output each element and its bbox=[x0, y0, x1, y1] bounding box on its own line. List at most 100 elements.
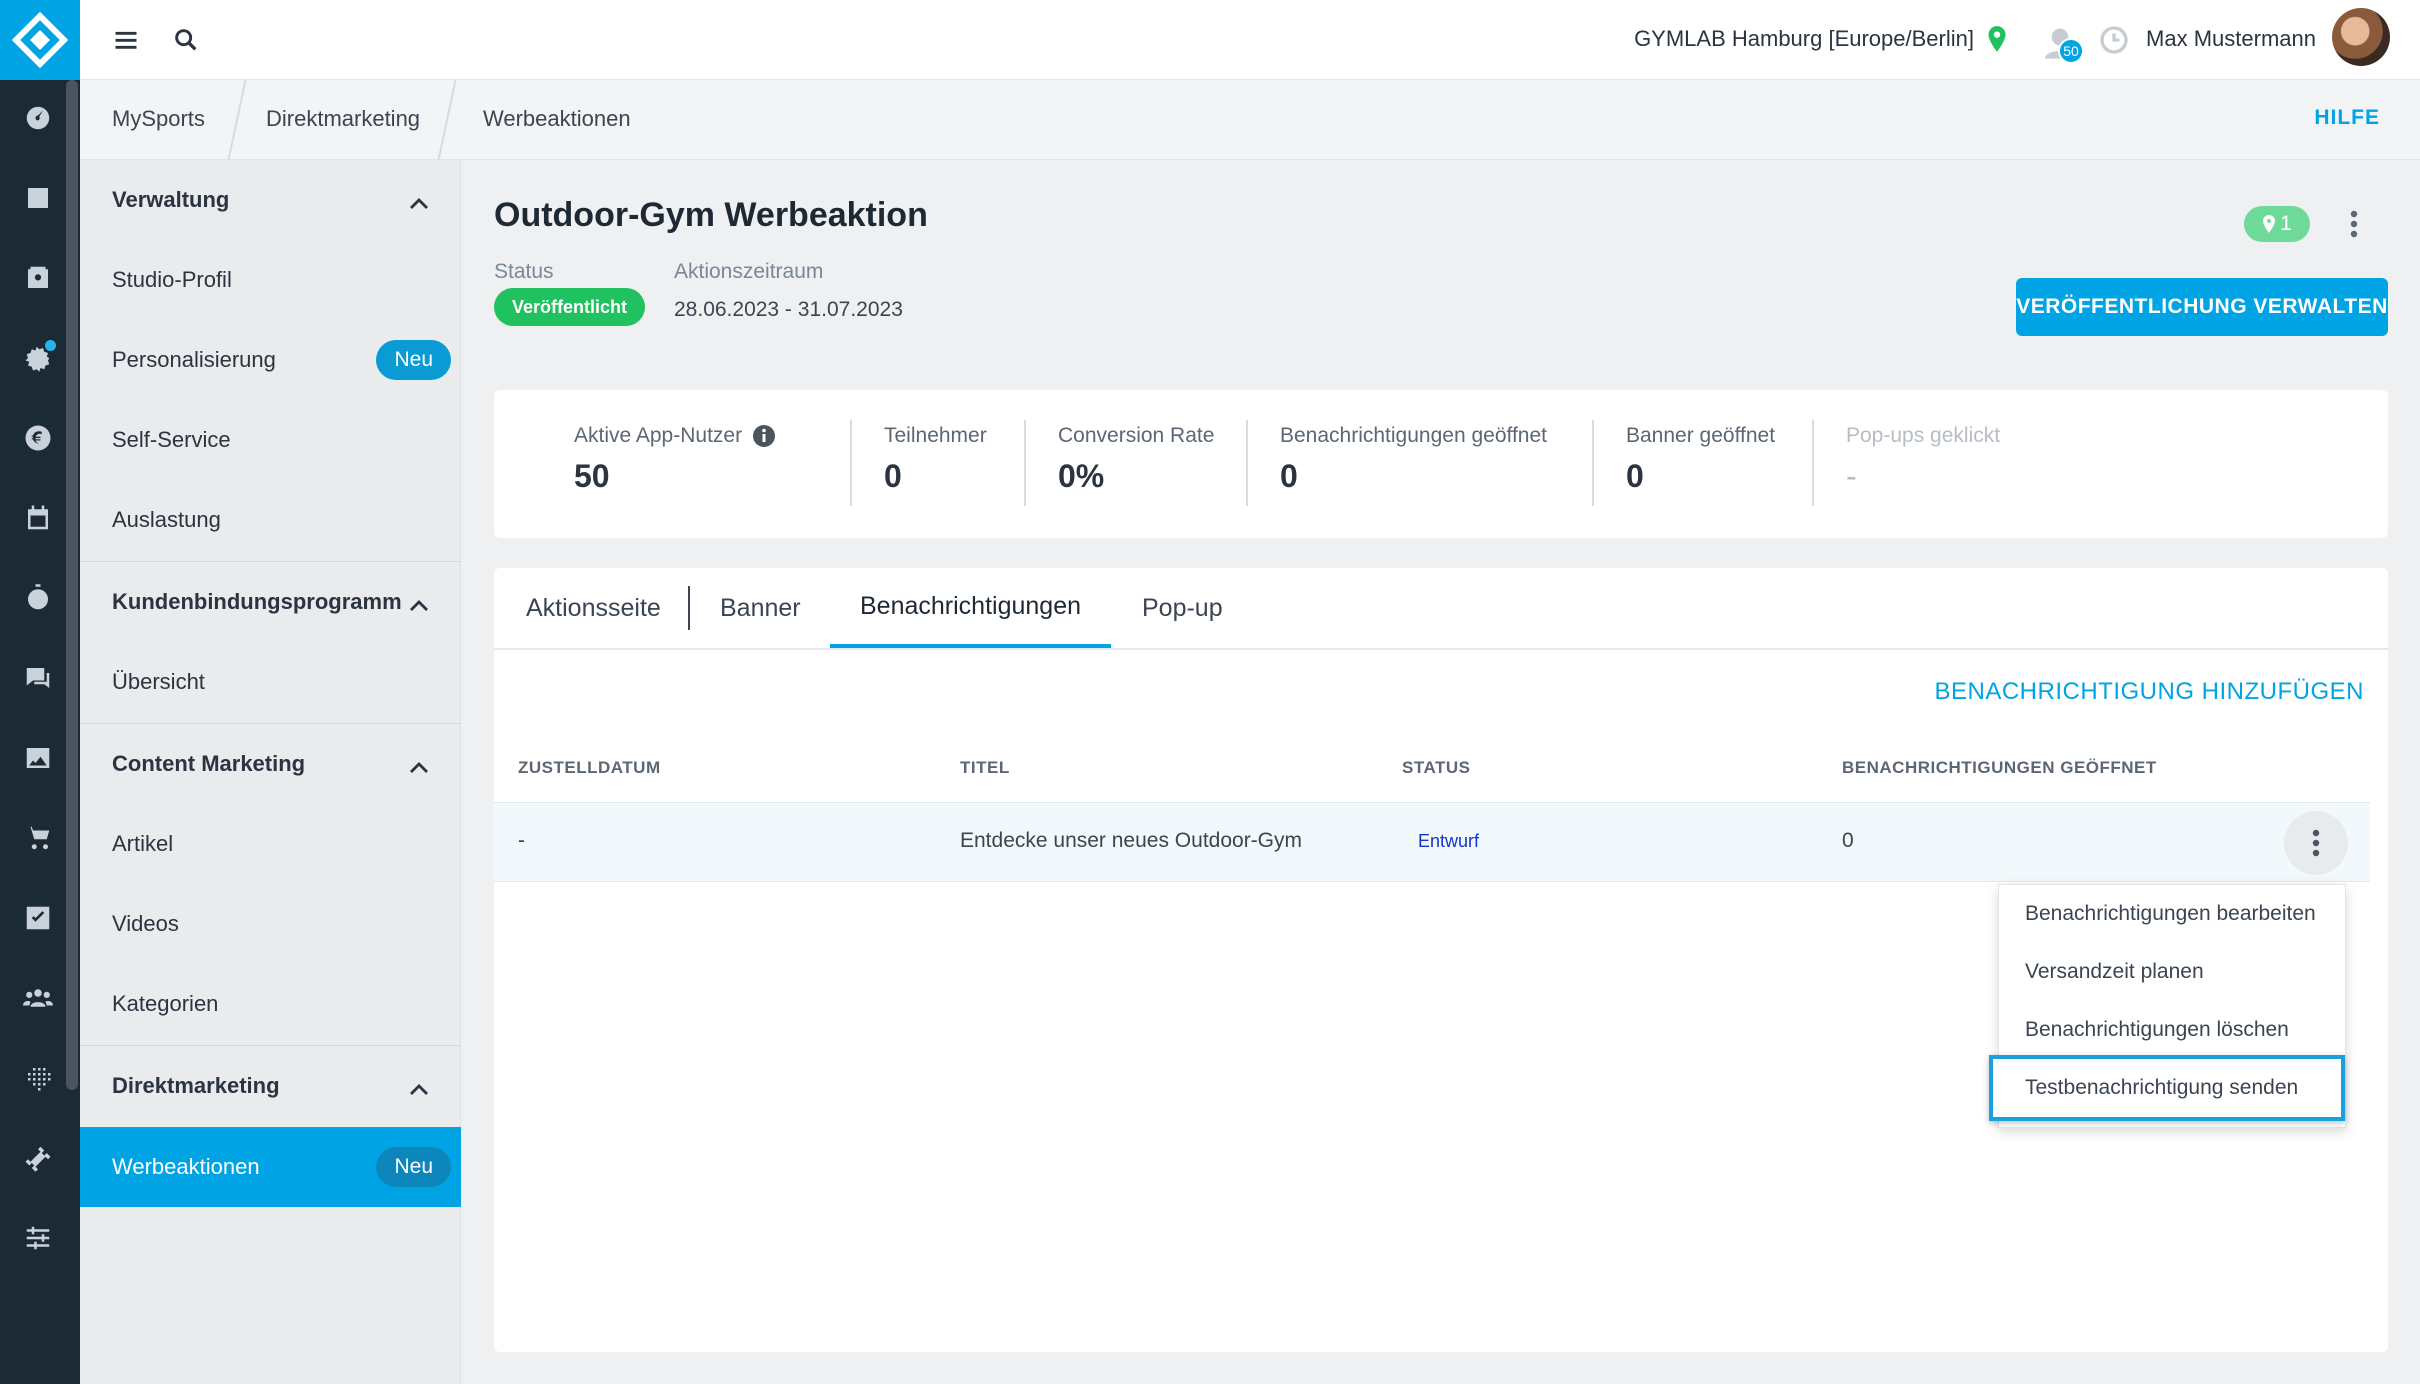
stat-divider bbox=[1812, 420, 1814, 506]
sidebar-item-auslastung[interactable]: Auslastung bbox=[80, 480, 461, 560]
sidebar-item-studio-profil[interactable]: Studio-Profil bbox=[80, 240, 461, 320]
location-count-badge[interactable]: 1 bbox=[2244, 206, 2310, 242]
user-name[interactable]: Max Mustermann bbox=[2146, 26, 2316, 52]
tab-separator bbox=[688, 586, 690, 630]
stat-divider bbox=[850, 420, 852, 506]
stat-label: Conversion Rate bbox=[1058, 424, 1215, 447]
sidebar-item-label: Studio-Profil bbox=[112, 267, 232, 292]
manage-publication-button[interactable]: VERÖFFENTLICHUNG VERWALTEN bbox=[2016, 278, 2388, 336]
column-header-notifications-opened[interactable]: BENACHRICHTIGUNGEN GEÖFFNET bbox=[1842, 758, 2157, 778]
sidebar-item-uebersicht[interactable]: Übersicht bbox=[80, 642, 461, 722]
sidebar-section-direktmarketing[interactable]: Direktmarketing bbox=[80, 1046, 461, 1126]
location-pin-icon bbox=[1984, 24, 2010, 61]
stat-divider bbox=[1246, 420, 1248, 506]
sidebar-item-self-service[interactable]: Self-Service bbox=[80, 400, 461, 480]
clock-icon[interactable] bbox=[2098, 24, 2130, 61]
sidebar-section-kundenbindungsprogramm[interactable]: Kundenbindungsprogramm bbox=[80, 562, 461, 642]
contacts-icon[interactable] bbox=[18, 258, 58, 298]
sidebar-item-label: Personalisierung bbox=[112, 347, 276, 372]
rail-scrollbar[interactable] bbox=[66, 80, 78, 1090]
stat-value: 50 bbox=[574, 458, 610, 494]
stat-participants: Teilnehmer 0 bbox=[884, 424, 987, 495]
euro-icon[interactable] bbox=[18, 418, 58, 458]
dots-grid-icon[interactable] bbox=[18, 1058, 58, 1098]
settings-icon[interactable] bbox=[18, 338, 58, 378]
gym-selector[interactable]: GYMLAB Hamburg [Europe/Berlin] bbox=[1634, 26, 1974, 52]
column-header-delivery-date[interactable]: ZUSTELLDATUM bbox=[518, 758, 661, 778]
sliders-icon[interactable] bbox=[18, 1218, 58, 1258]
location-pin-icon bbox=[2263, 215, 2276, 233]
stat-value: 0 bbox=[884, 458, 902, 494]
dumbbell-icon[interactable] bbox=[18, 1138, 58, 1178]
breadcrumb-direktmarketing[interactable]: Direktmarketing bbox=[266, 106, 420, 132]
menu-item-schedule-send-time[interactable]: Versandzeit planen bbox=[1999, 943, 2347, 1001]
breadcrumb-separator bbox=[227, 80, 247, 160]
column-header-status[interactable]: STATUS bbox=[1402, 758, 1470, 778]
stat-value: 0% bbox=[1058, 458, 1105, 494]
sidebar-item-artikel[interactable]: Artikel bbox=[80, 804, 461, 884]
stat-label: Benachrichtigungen geöffnet bbox=[1280, 424, 1547, 447]
cell-status: Entwurf bbox=[1418, 831, 1480, 851]
stat-value: 0 bbox=[1280, 458, 1298, 494]
stats-card: Aktive App-Nutzer 50 Teilnehmer 0 Conver… bbox=[494, 390, 2388, 538]
image-icon[interactable] bbox=[18, 738, 58, 778]
tab-benachrichtigungen[interactable]: Benachrichtigungen bbox=[830, 568, 1111, 648]
sidebar-item-kategorien[interactable]: Kategorien bbox=[80, 964, 461, 1044]
sidebar: Verwaltung Studio-Profil Personalisierun… bbox=[80, 160, 461, 1384]
stat-active-app-users: Aktive App-Nutzer 50 bbox=[574, 424, 776, 495]
stat-divider bbox=[1592, 420, 1594, 506]
breadcrumb-mysports[interactable]: MySports bbox=[112, 106, 205, 132]
calendar-icon[interactable] bbox=[18, 498, 58, 538]
chevron-up-icon bbox=[409, 754, 429, 780]
row-actions-menu: Benachrichtigungen bearbeiten Versandzei… bbox=[1989, 884, 2347, 1128]
section-title: Direktmarketing bbox=[112, 1073, 280, 1098]
chat-icon[interactable] bbox=[18, 658, 58, 698]
tab-pop-up[interactable]: Pop-up bbox=[1142, 568, 1223, 648]
menu-icon[interactable] bbox=[108, 22, 144, 58]
table-row[interactable]: - Entdecke unser neues Outdoor-Gym Entwu… bbox=[494, 802, 2370, 882]
info-icon[interactable] bbox=[752, 424, 776, 448]
tab-aktionsseite[interactable]: Aktionsseite bbox=[526, 568, 661, 648]
dashboard-icon[interactable] bbox=[18, 98, 58, 138]
search-icon[interactable] bbox=[168, 22, 204, 58]
menu-item-delete-notifications[interactable]: Benachrichtigungen löschen bbox=[1999, 1001, 2347, 1059]
timer-icon[interactable] bbox=[18, 578, 58, 618]
checkbox-icon[interactable] bbox=[18, 898, 58, 938]
page-title: Outdoor-Gym Werbeaktion bbox=[494, 196, 928, 234]
sidebar-item-videos[interactable]: Videos bbox=[80, 884, 461, 964]
top-bar: GYMLAB Hamburg [Europe/Berlin] 50 Max Mu… bbox=[80, 0, 2420, 80]
sidebar-item-label: Werbeaktionen bbox=[112, 1154, 260, 1179]
sidebar-item-personalisierung[interactable]: Personalisierung Neu bbox=[80, 320, 461, 400]
group-icon[interactable] bbox=[18, 978, 58, 1018]
help-link[interactable]: HILFE bbox=[2314, 106, 2380, 130]
section-title: Verwaltung bbox=[112, 187, 230, 212]
more-options-icon[interactable] bbox=[2344, 206, 2364, 242]
breadcrumb-separator bbox=[437, 80, 457, 160]
menu-item-edit-notifications[interactable]: Benachrichtigungen bearbeiten bbox=[1999, 885, 2347, 943]
stat-label: Banner geöffnet bbox=[1626, 424, 1776, 447]
status-label: Status bbox=[494, 260, 554, 283]
sidebar-item-label: Übersicht bbox=[112, 669, 205, 694]
row-more-options-icon[interactable] bbox=[2284, 811, 2348, 875]
sidebar-section-verwaltung[interactable]: Verwaltung bbox=[80, 160, 461, 240]
avatar[interactable] bbox=[2332, 8, 2390, 66]
section-title: Kundenbindungsprogramm bbox=[112, 589, 402, 614]
menu-item-send-test-notification[interactable]: Testbenachrichtigung senden bbox=[1989, 1055, 2345, 1121]
sidebar-item-label: Kategorien bbox=[112, 991, 219, 1016]
tab-underline bbox=[494, 648, 2388, 650]
stat-divider bbox=[1024, 420, 1026, 506]
add-notification-button[interactable]: BENACHRICHTIGUNG HINZUFÜGEN bbox=[1934, 678, 2364, 706]
tab-banner[interactable]: Banner bbox=[720, 568, 801, 648]
stat-value: 0 bbox=[1626, 458, 1644, 494]
stat-label: Pop-ups geklickt bbox=[1846, 424, 2001, 447]
cart-icon[interactable] bbox=[18, 818, 58, 858]
app-logo-icon[interactable] bbox=[0, 0, 80, 80]
sidebar-item-label: Videos bbox=[112, 911, 179, 936]
column-header-title[interactable]: TITEL bbox=[960, 758, 1010, 778]
sidebar-item-werbeaktionen[interactable]: Werbeaktionen Neu bbox=[80, 1127, 461, 1207]
sidebar-section-content-marketing[interactable]: Content Marketing bbox=[80, 724, 461, 804]
section-title: Content Marketing bbox=[112, 751, 306, 776]
sidebar-item-label: Self-Service bbox=[112, 427, 231, 452]
checkin-icon[interactable] bbox=[18, 178, 58, 218]
location-count: 1 bbox=[2280, 212, 2292, 235]
